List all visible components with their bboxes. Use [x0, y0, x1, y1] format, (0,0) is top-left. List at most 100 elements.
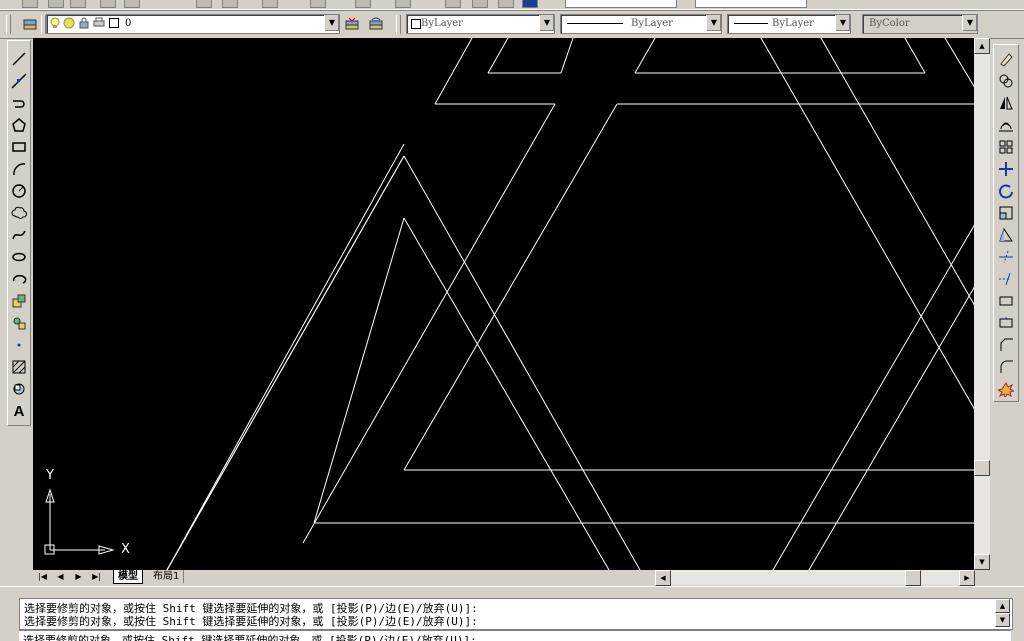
trim-icon[interactable] — [998, 249, 1014, 265]
plot-style-dropdown[interactable]: ByColor ▼ — [862, 14, 978, 34]
toolbar-button[interactable] — [262, 0, 278, 8]
scroll-right-button[interactable]: ▶ — [959, 570, 975, 586]
array-icon[interactable] — [998, 139, 1014, 155]
layer-manager-icon[interactable] — [22, 16, 38, 32]
scroll-up-button[interactable]: ▲ — [974, 38, 990, 54]
drawing-area[interactable]: Y X — [33, 38, 975, 570]
move-icon[interactable] — [998, 161, 1014, 177]
first-tab-icon[interactable]: |◀ — [35, 571, 50, 583]
vertical-scrollbar[interactable]: ▲ ▼ — [974, 38, 990, 570]
toolbar-button[interactable] — [48, 0, 64, 8]
lightbulb-icon — [50, 17, 60, 32]
toolbar-button[interactable] — [395, 0, 411, 8]
command-history[interactable]: 选择要修剪的对象，或按住 Shift 键选择要延伸的对象，或 [投影(P)/边(… — [19, 598, 1013, 630]
layer-dropdown[interactable]: 0 ▼ — [46, 14, 340, 34]
command-history-line: 选择要修剪的对象，或按住 Shift 键选择要延伸的对象，或 [投影(P)/边(… — [24, 615, 478, 628]
right-cross-diagonal-a — [772, 223, 975, 570]
printer-icon — [93, 17, 105, 32]
make-object-layer-current-icon[interactable] — [344, 16, 360, 32]
construction-line-icon[interactable] — [11, 73, 27, 89]
next-tab-icon[interactable]: ▶ — [71, 571, 86, 583]
stretch-icon[interactable] — [998, 227, 1014, 243]
explode-icon[interactable] — [998, 381, 1014, 397]
draw-toolbar: A — [7, 40, 31, 426]
mirror-icon[interactable] — [998, 95, 1014, 111]
ellipse-arc-icon[interactable] — [11, 271, 27, 287]
line-icon[interactable] — [11, 51, 27, 67]
make-block-icon[interactable] — [11, 315, 27, 331]
prev-tab-icon[interactable]: ◀ — [53, 571, 68, 583]
revision-cloud-icon[interactable] — [11, 205, 27, 221]
color-dropdown[interactable]: ByLayer ▼ — [406, 14, 555, 34]
chevron-down-icon[interactable]: ▼ — [324, 15, 339, 31]
toolbar-button[interactable] — [222, 0, 238, 8]
toolbar-grip[interactable] — [6, 15, 11, 34]
toolbar-grip[interactable] — [396, 15, 401, 34]
plot-style-value: ByColor — [869, 18, 910, 29]
toolbar-button[interactable] — [355, 0, 371, 8]
scroll-left-button[interactable]: ◀ — [655, 570, 671, 586]
scroll-down-button[interactable]: ▼ — [974, 554, 990, 570]
toolbar-button[interactable] — [124, 0, 140, 8]
triangle-right-edge — [403, 155, 641, 570]
copy-icon[interactable] — [998, 73, 1014, 89]
circle-icon[interactable] — [11, 183, 27, 199]
toolbar-button[interactable] — [522, 0, 538, 8]
toolbar-button[interactable] — [22, 0, 38, 8]
scroll-thumb[interactable] — [905, 570, 921, 586]
lineweight-value: ByLayer — [772, 18, 814, 29]
chevron-down-icon[interactable]: ▼ — [835, 15, 850, 31]
toolbar-combo[interactable] — [695, 0, 807, 8]
scroll-up-button[interactable]: ▲ — [995, 599, 1010, 613]
scroll-thumb[interactable] — [974, 460, 990, 476]
command-line-input[interactable]: 选择要修剪的对象，或按住 Shift 键选择要延伸的对象，或 [投影(P)/边(… — [19, 630, 1011, 641]
lineweight-sample — [734, 23, 768, 24]
toolbar-button[interactable] — [472, 0, 488, 8]
offset-icon[interactable] — [998, 117, 1014, 133]
ucs-x-label: X — [121, 542, 130, 557]
hatch-icon[interactable] — [11, 359, 27, 375]
hexagon-outer — [166, 143, 405, 570]
last-tab-icon[interactable]: ▶| — [89, 571, 104, 583]
break-icon[interactable] — [998, 315, 1014, 331]
rectangle-icon[interactable] — [11, 139, 27, 155]
layer-color-swatch — [109, 18, 119, 28]
chevron-down-icon[interactable]: ▼ — [962, 15, 977, 31]
spline-icon[interactable] — [11, 227, 27, 243]
toolbar-button[interactable] — [196, 0, 212, 8]
insert-block-icon[interactable] — [11, 293, 27, 309]
drawing-geometry — [166, 38, 975, 570]
ellipse-icon[interactable] — [11, 249, 27, 265]
scale-icon[interactable] — [998, 205, 1014, 221]
scroll-down-button[interactable]: ▼ — [995, 613, 1010, 627]
break-at-point-icon[interactable] — [998, 293, 1014, 309]
layer-previous-icon[interactable] — [368, 16, 384, 32]
inner-triangle-right-edge — [403, 217, 610, 570]
chevron-down-icon[interactable]: ▼ — [539, 15, 554, 31]
polyline-icon[interactable] — [11, 95, 27, 111]
right-long-diagonal-a — [760, 38, 975, 411]
multiline-text-icon[interactable]: A — [11, 403, 27, 420]
chevron-down-icon[interactable]: ▼ — [706, 15, 721, 31]
chamfer-icon[interactable] — [998, 337, 1014, 353]
toolbar-combo[interactable] — [565, 0, 677, 8]
arc-icon[interactable] — [11, 161, 27, 177]
tab-layout1[interactable]: 布局1 — [149, 570, 185, 583]
toolbar-button[interactable] — [445, 0, 461, 8]
rotate-icon[interactable] — [998, 183, 1014, 199]
lineweight-dropdown[interactable]: ByLayer ▼ — [727, 14, 851, 34]
extend-icon[interactable] — [998, 271, 1014, 287]
toolbar-button[interactable] — [498, 0, 514, 8]
toolbar-button[interactable] — [70, 0, 86, 8]
horizontal-scrollbar[interactable]: ◀ ▶ — [655, 570, 975, 586]
fillet-icon[interactable] — [998, 359, 1014, 375]
tab-model[interactable]: 模型 — [113, 570, 143, 584]
region-icon[interactable] — [11, 381, 27, 397]
toolbar-button[interactable] — [100, 0, 116, 8]
linetype-dropdown[interactable]: ByLayer ▼ — [560, 14, 722, 34]
upper-right-corner-diagonal — [944, 38, 975, 89]
polygon-icon[interactable] — [11, 117, 27, 133]
toolbar-button[interactable] — [310, 0, 326, 8]
point-icon[interactable] — [11, 337, 27, 353]
erase-icon[interactable] — [998, 51, 1014, 67]
